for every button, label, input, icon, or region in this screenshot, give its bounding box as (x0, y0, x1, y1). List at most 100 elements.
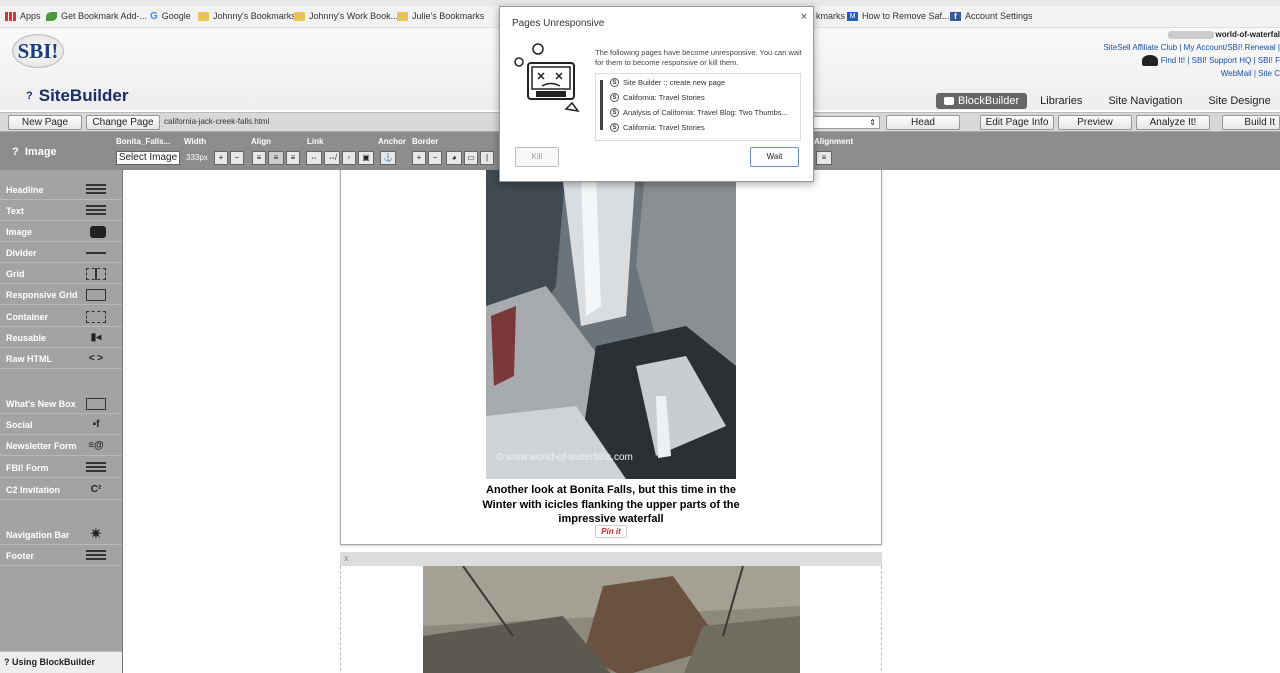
sidebar-item-image[interactable]: Image (0, 222, 122, 242)
width-decrease-button[interactable]: − (230, 151, 244, 165)
link-popup-icon[interactable]: ▣ (358, 151, 374, 165)
grid-icon (86, 268, 106, 280)
sidebar-item-divider[interactable]: Divider (0, 243, 122, 263)
image-block-2[interactable] (340, 566, 882, 673)
sidebar-item-grid[interactable]: Grid (0, 264, 122, 284)
list-item[interactable]: S Analysis of California: Travel Blog: Tw… (610, 105, 788, 119)
anchor-icon[interactable]: ⚓ (380, 151, 396, 165)
list-item[interactable]: S California: Travel Stories (610, 90, 705, 104)
site-name: world-of-waterfal (1215, 30, 1280, 39)
border-style-icon[interactable]: ▭ (464, 151, 478, 165)
navigation-star-icon: ✷ (89, 526, 103, 543)
sidebar-item-text[interactable]: Text (0, 201, 122, 221)
border-color-icon[interactable]: ◕ (446, 151, 462, 165)
bookmark-kmarks[interactable]: kmarks (816, 9, 845, 23)
alignment-label: Alignment (814, 137, 854, 146)
waterfall-photo-graphic (486, 170, 736, 479)
block-close-icon[interactable]: x (344, 553, 349, 563)
link-icon[interactable]: ⇔ (306, 151, 322, 165)
dialog-title: Pages Unresponsive (512, 18, 605, 29)
sidebar-item-container[interactable]: Container (0, 307, 122, 327)
border-width-icon[interactable]: | (480, 151, 494, 165)
bookmark-apps[interactable]: Apps (5, 9, 41, 23)
tab-site-designer[interactable]: Site Designe (1195, 93, 1280, 109)
webmail-links[interactable]: WebMail | Site C (1103, 67, 1280, 80)
bookmark-julies-bookmarks[interactable]: Julie's Bookmarks (397, 9, 484, 23)
build-button[interactable]: Build It (1222, 115, 1280, 130)
photo-watermark: © www.world-of-waterfalls.com (496, 452, 633, 463)
help-icon[interactable]: ? (12, 146, 19, 158)
code-icon: < > (88, 353, 104, 364)
social-icon: ▪f (92, 419, 100, 430)
select-image-button[interactable]: Select Image (116, 151, 180, 165)
sitebuilder-title: ? SiteBuilder (26, 86, 128, 106)
waterfall-photo[interactable]: © www.world-of-waterfalls.com (486, 170, 736, 479)
link-page-icon[interactable]: ▫ (342, 151, 356, 165)
sidebar-item-headline[interactable]: Headline (0, 180, 122, 200)
sidebar-item-fbi-form[interactable]: FBI! Form (0, 458, 122, 478)
unresponsive-pages-list: S Site Builder :: create new page S Califo… (595, 73, 801, 141)
sidebar-item-reusable[interactable]: Reusable ▮◂ (0, 328, 122, 348)
using-blockbuilder-link[interactable]: ? Using BlockBuilder (0, 651, 122, 673)
sidebar-item-raw-html[interactable]: Raw HTML < > (0, 349, 122, 369)
newsletter-icon: ≡@ (88, 440, 104, 451)
sidebar-item-footer[interactable]: Footer (0, 546, 122, 566)
help-icon: ? (4, 657, 10, 667)
change-page-button[interactable]: Change Page (86, 115, 160, 130)
width-label: Width (184, 137, 207, 146)
toolbar-title: ? Image (12, 146, 57, 158)
bookmark-johnnys-work[interactable]: Johnny's Work Book... (294, 9, 398, 23)
bookmark-account-settings[interactable]: f Account Settings (950, 9, 1033, 23)
list-item[interactable]: S Site Builder :: create new page (610, 75, 725, 89)
new-page-button[interactable]: New Page (8, 115, 82, 130)
main-nav-tabs: BlockBuilder Libraries Site Navigation S… (936, 93, 1280, 109)
text-icon (86, 205, 106, 217)
image-block[interactable]: © www.world-of-waterfalls.com Another lo… (340, 170, 882, 545)
list-scrollbar[interactable] (600, 80, 603, 130)
close-icon[interactable]: × (801, 11, 807, 23)
analyze-button[interactable]: Analyze It! (1136, 115, 1210, 130)
unlink-icon[interactable]: ⇎ (324, 151, 340, 165)
bookmark-johnnys-bookmarks[interactable]: Johnny's Bookmarks (198, 9, 296, 23)
tab-blockbuilder[interactable]: BlockBuilder (936, 93, 1028, 109)
sidebar-item-social[interactable]: Social ▪f (0, 415, 122, 435)
block-header-bar: x (340, 552, 882, 566)
sitesell-icon: S (610, 122, 619, 132)
head-button[interactable]: Head (886, 115, 960, 130)
help-icon[interactable]: ? (26, 90, 33, 102)
width-increase-button[interactable]: + (214, 151, 228, 165)
align-right-icon[interactable]: ≡ (286, 151, 300, 165)
page-select[interactable]: ⇕ (812, 116, 880, 129)
sitesell-icon: S (610, 107, 619, 117)
align-center-icon[interactable]: ≡ (268, 151, 284, 165)
list-item[interactable]: S California: Travel Stories (610, 120, 705, 134)
sidebar-item-c2-invitation[interactable]: C2 Invitation C² (0, 480, 122, 500)
pages-unresponsive-dialog: Pages Unresponsive × The following pages… (499, 6, 814, 182)
sidebar-item-navigation-bar[interactable]: Navigation Bar ✷ (0, 525, 122, 545)
tab-libraries[interactable]: Libraries (1027, 93, 1095, 109)
bookmark-how-to-remove[interactable]: M How to Remove Saf... (847, 9, 950, 23)
alignment-icon[interactable]: ≡ (816, 151, 832, 165)
sbi-logo[interactable]: SBI! (12, 34, 64, 68)
border-increase-button[interactable]: + (412, 151, 426, 165)
kill-button[interactable]: Kill (515, 147, 559, 167)
affiliate-account-links[interactable]: SiteSell Affiliate Club | My Account/SBI… (1103, 41, 1280, 54)
sidebar-item-responsive-grid[interactable]: Responsive Grid (0, 285, 122, 305)
sidebar-item-newsletter-form[interactable]: Newsletter Form ≡@ (0, 436, 122, 456)
align-left-icon[interactable]: ≡ (252, 151, 266, 165)
image-caption[interactable]: Another look at Bonita Falls, but this t… (471, 483, 751, 527)
edit-page-info-button[interactable]: Edit Page Info (980, 115, 1054, 130)
page-canvas: © www.world-of-waterfalls.com Another lo… (124, 170, 1280, 673)
pinit-button[interactable]: Pin it (595, 525, 627, 538)
bookmark-get-bookmark-add[interactable]: Get Bookmark Add-... (46, 9, 147, 23)
wait-button[interactable]: Wait (750, 147, 799, 167)
preview-button[interactable]: Preview (1058, 115, 1132, 130)
sidebar-item-whats-new-box[interactable]: What's New Box (0, 394, 122, 414)
anchor-label: Anchor (378, 137, 406, 146)
border-decrease-button[interactable]: − (428, 151, 442, 165)
trail-photo-graphic (423, 566, 800, 673)
tab-site-navigation[interactable]: Site Navigation (1095, 93, 1195, 109)
trail-photo[interactable] (423, 566, 800, 673)
support-links[interactable]: Find It! | SBI! Support HQ | SBI! F (1161, 56, 1280, 65)
bookmark-google[interactable]: G Google (150, 9, 191, 23)
